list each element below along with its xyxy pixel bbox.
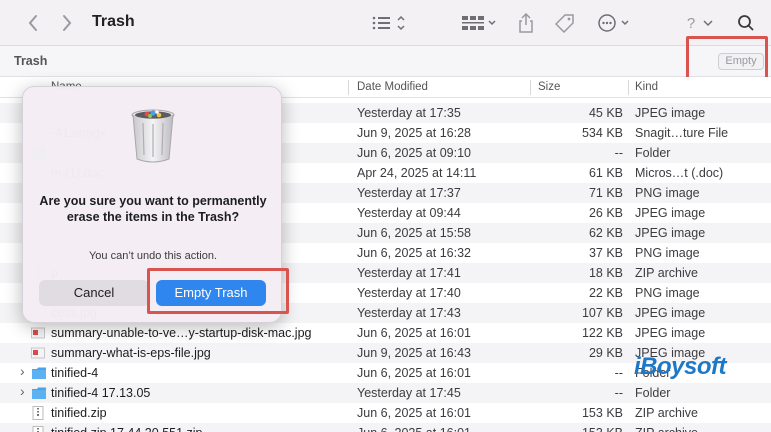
file-kind: JPEG image <box>635 206 706 220</box>
folder-icon <box>31 366 46 380</box>
list-item[interactable]: summary-unable-to-ve…y-startup-disk-mac.… <box>0 323 771 343</box>
iboysoft-logo: iBoysoft <box>634 353 727 380</box>
column-divider[interactable] <box>530 80 531 95</box>
file-kind: ZIP archive <box>635 426 698 432</box>
zip-file-icon <box>31 426 45 432</box>
column-size[interactable]: Size <box>538 81 560 93</box>
file-kind: ZIP archive <box>635 406 698 420</box>
file-size: 153 KB <box>582 426 623 432</box>
file-size: 61 KB <box>588 166 623 180</box>
group-by-icon[interactable] <box>460 10 500 36</box>
list-item[interactable]: tinified.zip Jun 6, 2025 at 16:01 153 KB ZI… <box>0 403 771 423</box>
date-modified: Jun 6, 2025 at 16:01 <box>357 406 471 420</box>
date-modified: Jun 6, 2025 at 15:58 <box>357 226 471 240</box>
window-title: Trash <box>92 13 135 30</box>
date-modified: Yesterday at 17:45 <box>357 386 461 400</box>
file-kind: PNG image <box>635 186 700 200</box>
dialog-message: You can’t undo this action. <box>88 250 218 262</box>
file-kind: Folder <box>635 386 671 400</box>
chevron-left-icon[interactable] <box>24 10 42 36</box>
file-size: 18 KB <box>588 266 623 280</box>
zip-file-icon <box>31 406 45 420</box>
file-size: 534 KB <box>581 126 623 140</box>
date-modified: Yesterday at 17:35 <box>357 106 461 120</box>
share-icon[interactable] <box>516 10 536 36</box>
column-date-modified[interactable]: Date Modified <box>357 81 428 93</box>
date-modified: Yesterday at 17:43 <box>357 306 461 320</box>
file-kind: JPEG image <box>635 106 706 120</box>
date-modified: Jun 6, 2025 at 16:32 <box>357 246 471 260</box>
date-modified: Yesterday at 17:40 <box>357 286 461 300</box>
disclosure-triangle-icon[interactable]: › <box>20 363 25 379</box>
file-name: summary-what-is-eps-file.jpg <box>51 346 211 360</box>
file-size: 153 KB <box>581 406 623 420</box>
tag-icon[interactable] <box>554 10 576 36</box>
more-actions-icon[interactable] <box>596 10 634 36</box>
confirm-button-highlight <box>147 268 289 314</box>
file-kind: Folder <box>635 146 671 160</box>
file-kind: JPEG image <box>635 306 706 320</box>
date-modified: Jun 9, 2025 at 16:28 <box>357 126 471 140</box>
image-file-icon <box>31 326 45 340</box>
file-size: 22 KB <box>588 286 623 300</box>
file-name: summary-unable-to-ve…y-startup-disk-mac.… <box>51 326 312 340</box>
file-kind: Micros…t (.doc) <box>635 166 724 180</box>
search-icon[interactable] <box>736 10 756 36</box>
file-size: 29 KB <box>588 346 623 360</box>
date-modified: Yesterday at 09:44 <box>357 206 461 220</box>
trash-header-bar: Trash Empty <box>0 46 771 77</box>
list-view-icon[interactable] <box>370 10 408 36</box>
date-modified: Jun 6, 2025 at 16:01 <box>357 326 471 340</box>
column-divider[interactable] <box>628 80 629 95</box>
file-size: -- <box>614 146 623 160</box>
folder-icon <box>31 386 46 400</box>
file-size: 62 KB <box>588 226 623 240</box>
file-name: tinified-4 17.13.05 <box>51 386 151 400</box>
file-size: 122 KB <box>581 326 623 340</box>
file-size: 107 KB <box>581 306 623 320</box>
disclosure-triangle-icon[interactable]: › <box>20 383 25 399</box>
file-kind: JPEG image <box>635 326 706 340</box>
dialog-title: Are you sure you want to permanently era… <box>39 194 267 224</box>
list-item[interactable]: › tinified-4 17.13.05 Yesterday at 17:45 --… <box>0 383 771 403</box>
chevron-right-icon[interactable] <box>58 10 76 36</box>
file-size: 37 KB <box>588 246 623 260</box>
date-modified: Jun 6, 2025 at 16:01 <box>357 426 471 432</box>
date-modified: Jun 9, 2025 at 16:43 <box>357 346 471 360</box>
column-kind[interactable]: Kind <box>635 81 658 93</box>
list-item[interactable]: tinified.zip 17.44.20.551.zip Jun 6, 2025… <box>0 423 771 432</box>
file-kind: ZIP archive <box>635 266 698 280</box>
image-file-icon <box>31 346 45 360</box>
file-size: -- <box>614 366 623 380</box>
date-modified: Yesterday at 17:41 <box>357 266 461 280</box>
help-label: ? <box>686 14 696 32</box>
file-kind: Snagit…ture File <box>635 126 729 140</box>
file-kind: PNG image <box>635 286 700 300</box>
file-name: tinified.zip 17.44.20.551.zip <box>51 426 203 432</box>
date-modified: Jun 6, 2025 at 09:10 <box>357 146 471 160</box>
empty-button-highlight <box>686 36 768 83</box>
file-kind: JPEG image <box>635 226 706 240</box>
file-kind: PNG image <box>635 246 700 260</box>
cancel-button[interactable]: Cancel <box>39 280 149 306</box>
file-size: -- <box>614 386 623 400</box>
trash-can-icon <box>131 109 175 163</box>
toolbar: Trash ? <box>0 0 771 46</box>
date-modified: Jun 6, 2025 at 16:01 <box>357 366 471 380</box>
file-name: tinified.zip <box>51 406 107 420</box>
trash-title: Trash <box>14 54 48 68</box>
date-modified: Yesterday at 17:37 <box>357 186 461 200</box>
help-button[interactable]: ? <box>684 10 718 36</box>
file-name: tinified-4 <box>51 366 99 380</box>
file-size: 71 KB <box>588 186 623 200</box>
column-divider[interactable] <box>348 80 349 95</box>
file-size: 45 KB <box>588 106 623 120</box>
file-size: 26 KB <box>588 206 623 220</box>
date-modified: Apr 24, 2025 at 14:11 <box>357 166 477 180</box>
